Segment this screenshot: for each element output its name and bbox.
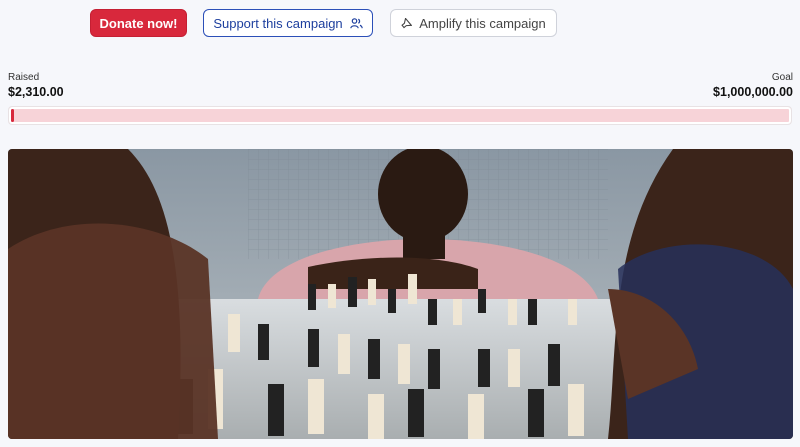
raised-label: Raised <box>8 72 40 83</box>
amplify-campaign-button[interactable]: Amplify this campaign <box>390 9 557 37</box>
donate-button[interactable]: Donate now! <box>90 9 187 37</box>
raised-amount: $2,310.00 <box>8 85 64 99</box>
funding-progress-fill <box>11 109 14 122</box>
goal-amount: $1,000,000.00 <box>713 85 793 99</box>
support-campaign-button[interactable]: Support this campaign <box>203 9 373 37</box>
campaign-photo <box>8 149 793 439</box>
funding-progress-bar <box>8 106 792 125</box>
support-campaign-label: Support this campaign <box>213 15 343 31</box>
donate-button-label: Donate now! <box>99 15 178 31</box>
goal-label: Goal <box>771 72 793 83</box>
amplify-campaign-label: Amplify this campaign <box>419 15 546 31</box>
megaphone-icon <box>401 17 413 29</box>
people-icon <box>349 17 363 29</box>
